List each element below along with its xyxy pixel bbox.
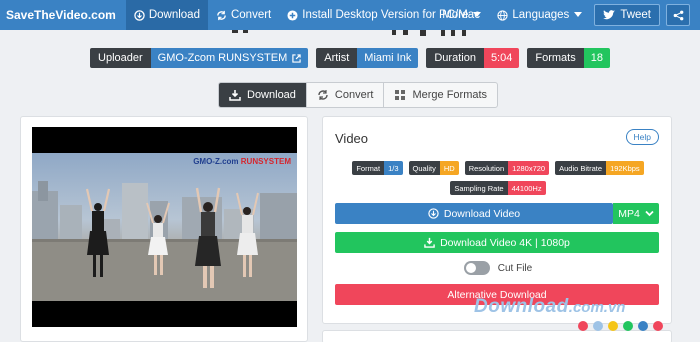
nav-convert-label: Convert	[230, 9, 272, 21]
download-tray-icon	[229, 89, 241, 101]
uploader-key: Uploader	[90, 48, 151, 68]
share-icon	[673, 10, 684, 21]
help-button[interactable]: Help	[625, 129, 659, 145]
video-scene-image	[32, 181, 297, 301]
refresh-icon	[216, 10, 227, 21]
formats-tag: Formats 18	[527, 48, 610, 68]
download-video-button[interactable]: Download Video	[335, 203, 613, 224]
sampling-rate-tag: Sampling Rate 44100Hz	[450, 181, 546, 195]
tweet-button[interactable]: Tweet	[594, 4, 660, 26]
nav-languages-label: Languages	[512, 9, 570, 21]
nav-more[interactable]: More	[434, 0, 489, 30]
format-tag: Format 1/3	[352, 161, 403, 175]
download-circle-icon	[428, 208, 439, 219]
download-video-label: Download Video	[443, 207, 521, 220]
download-circle-icon	[134, 9, 145, 21]
formats-key: Formats	[527, 48, 584, 68]
download-4k-label: Download Video 4K | 1080p	[440, 236, 570, 249]
format-select-value: MP4	[618, 207, 640, 220]
artist-value: Miami Ink	[357, 48, 419, 68]
globe-icon	[497, 9, 509, 21]
site-logo[interactable]: SaveTheVideo.com	[0, 8, 126, 22]
page-title-clipped	[0, 30, 700, 38]
video-preview-card: GMO-Z.com RUNSYSTEM	[20, 116, 308, 342]
cut-file-toggle[interactable]	[463, 261, 490, 275]
nav-download-label: Download	[148, 9, 200, 21]
tab-download[interactable]: Download	[219, 83, 307, 107]
chevron-down-icon	[645, 210, 654, 217]
download-options-card: Video Help Format 1/3 Quality HD Resolut…	[322, 116, 672, 324]
download-com-vn-watermark: Download.com.vn	[474, 296, 626, 317]
tweet-label: Tweet	[620, 9, 651, 21]
caret-down-icon	[473, 12, 482, 18]
download-4k-button[interactable]: Download Video 4K | 1080p	[335, 232, 659, 253]
nav-convert[interactable]: Convert	[208, 0, 279, 30]
nav-more-label: More	[442, 9, 469, 21]
cut-file-row: Cut File	[323, 261, 673, 275]
download-tray-icon	[424, 237, 435, 248]
uploader-value: GMO-Zcom RUNSYSTEM	[150, 48, 309, 68]
artist-tag: Artist Miami Ink	[316, 48, 419, 68]
merge-icon	[394, 89, 406, 101]
duration-key: Duration	[426, 48, 484, 68]
tab-convert[interactable]: Convert	[307, 83, 385, 107]
caret-down-icon	[574, 12, 583, 18]
uploader-tag[interactable]: Uploader GMO-Zcom RUNSYSTEM	[90, 48, 309, 68]
tab-merge-label: Merge Formats	[412, 89, 488, 101]
external-link-icon	[292, 53, 301, 63]
duration-value: 5:04	[483, 48, 520, 68]
tab-merge[interactable]: Merge Formats	[384, 83, 497, 107]
video-watermark: GMO-Z.com RUNSYSTEM	[193, 157, 291, 166]
video-player[interactable]: GMO-Z.com RUNSYSTEM	[32, 127, 297, 327]
format-info-row: Format 1/3 Quality HD Resolution 1280x72…	[323, 161, 673, 175]
nav-download[interactable]: Download	[125, 0, 208, 30]
refresh-icon	[317, 89, 329, 101]
resolution-tag: Resolution 1280x720	[464, 161, 550, 175]
artist-key: Artist	[316, 48, 358, 68]
formats-value: 18	[583, 48, 610, 68]
video-frame: GMO-Z.com RUNSYSTEM	[32, 153, 297, 301]
tab-convert-label: Convert	[334, 89, 374, 101]
mode-tabs: Download Convert Merge Formats	[218, 82, 499, 108]
duration-tag: Duration 5:04	[426, 48, 520, 68]
plus-circle-icon	[287, 9, 298, 21]
section-heading: Video	[335, 131, 369, 146]
format-select[interactable]: MP4	[613, 203, 659, 224]
quality-tag: Quality HD	[408, 161, 459, 175]
next-card-edge	[322, 330, 672, 342]
share-button[interactable]	[666, 4, 690, 26]
cut-file-label: Cut File	[497, 262, 533, 274]
tab-download-label: Download	[247, 89, 296, 101]
audio-bitrate-tag: Audio Bitrate 192Kbps	[555, 161, 644, 175]
watermark-dots	[578, 321, 663, 331]
sampling-info-row: Sampling Rate 44100Hz	[323, 181, 673, 195]
nav-languages[interactable]: Languages	[489, 0, 590, 30]
top-navbar: SaveTheVideo.com Download Convert Instal…	[0, 0, 700, 30]
video-meta-tags: Uploader GMO-Zcom RUNSYSTEM Artist Miami…	[0, 48, 700, 68]
twitter-icon	[603, 10, 616, 20]
